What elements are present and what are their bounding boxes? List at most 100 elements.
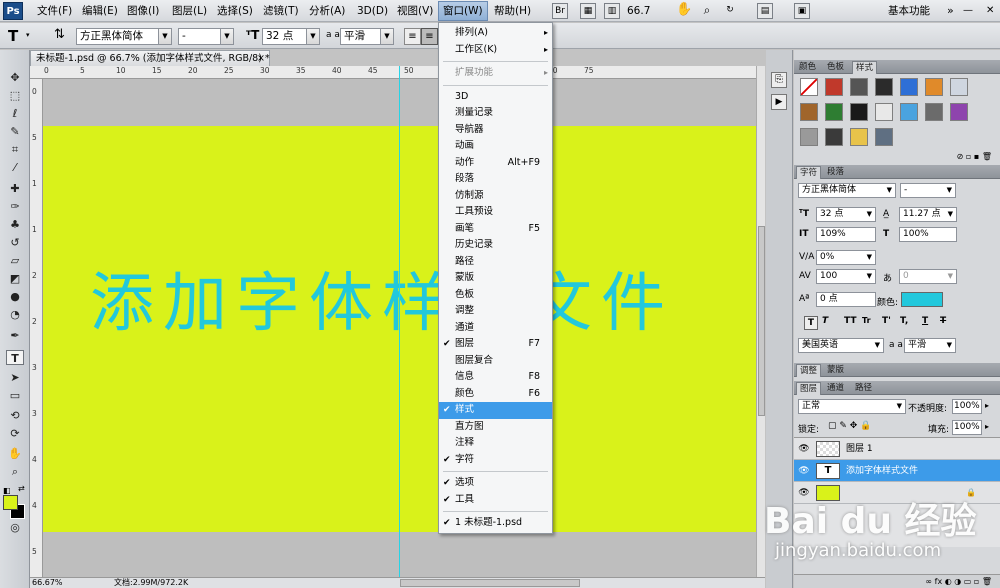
- window-menu-item[interactable]: 画笔 F5: [439, 221, 552, 238]
- window-menu-item[interactable]: 扩展功能 ▸: [439, 65, 552, 82]
- tab-masks[interactable]: 蒙版: [824, 364, 847, 377]
- window-menu-item[interactable]: 样式 ✔: [439, 402, 552, 419]
- styles-footer-icons[interactable]: ⊘ ▫ ▪ 🗑: [794, 152, 1000, 162]
- foreground-color-swatch[interactable]: [3, 495, 18, 510]
- healing-brush-tool-icon[interactable]: ✚: [6, 181, 24, 196]
- tab-styles[interactable]: 样式: [852, 61, 878, 74]
- menu-view[interactable]: 视图(V): [395, 3, 435, 19]
- window-menu-item[interactable]: 工作区(K) ▸: [439, 42, 552, 59]
- zoom-level[interactable]: 66.7: [625, 3, 652, 19]
- faux-italic-button[interactable]: T: [822, 316, 828, 326]
- window-menu-item[interactable]: 排列(A) ▸: [439, 25, 552, 42]
- crop-tool-icon[interactable]: ⌗: [6, 142, 24, 157]
- style-swatch[interactable]: [800, 78, 818, 96]
- menu-analysis[interactable]: 分析(A): [307, 3, 347, 19]
- grid-icon[interactable]: ▥: [604, 3, 620, 19]
- close-icon[interactable]: ✕: [984, 3, 996, 19]
- menu-help[interactable]: 帮助(H): [492, 3, 533, 19]
- lasso-tool-icon[interactable]: ℓ: [6, 106, 24, 121]
- workspace-more-icon[interactable]: »: [945, 3, 956, 19]
- 3d-rotate-tool-icon[interactable]: ⟲: [6, 408, 24, 423]
- window-menu-item[interactable]: 3D: [439, 89, 552, 106]
- screen-mode-icon[interactable]: ▣: [794, 3, 810, 19]
- tab-swatches[interactable]: 色板: [824, 61, 847, 74]
- eyedropper-tool-icon[interactable]: ⁄: [6, 160, 24, 175]
- shape-tool-icon[interactable]: ▭: [6, 388, 24, 403]
- text-orientation-icon[interactable]: ⇅: [54, 27, 65, 42]
- minimize-icon[interactable]: —: [961, 3, 975, 19]
- superscript-button[interactable]: T': [882, 316, 891, 326]
- style-swatch[interactable]: [925, 103, 943, 121]
- strikethrough-button[interactable]: T: [940, 316, 946, 326]
- actions-panel-icon[interactable]: ▶: [771, 94, 787, 110]
- window-menu-item[interactable]: 图层 ✔ F7: [439, 336, 552, 353]
- clone-stamp-tool-icon[interactable]: ♣: [6, 217, 24, 232]
- arrange-icon[interactable]: ▤: [757, 3, 773, 19]
- style-swatch[interactable]: [800, 128, 818, 146]
- menu-3d[interactable]: 3D(D): [355, 3, 390, 19]
- gradient-tool-icon[interactable]: ◩: [6, 271, 24, 286]
- window-menu-item[interactable]: 工具预设: [439, 204, 552, 221]
- tab-paragraph[interactable]: 段落: [824, 166, 847, 179]
- menu-filter[interactable]: 滤镜(T): [261, 3, 301, 19]
- tab-layers[interactable]: 图层: [796, 382, 822, 395]
- window-menu-item[interactable]: 注释: [439, 435, 552, 452]
- menu-window[interactable]: 窗口(W): [438, 1, 488, 21]
- document-tab[interactable]: 未标题-1.psd @ 66.7% (添加字体样式文件, RGB/8) * ×: [30, 50, 270, 66]
- style-swatch[interactable]: [875, 103, 893, 121]
- window-menu-item[interactable]: 仿制源: [439, 188, 552, 205]
- type-tool-icon[interactable]: T: [6, 350, 24, 365]
- window-menu-item[interactable]: 段落: [439, 171, 552, 188]
- menu-layer[interactable]: 图层(L): [170, 3, 209, 19]
- zoom-icon[interactable]: ⌕: [699, 3, 715, 19]
- history-brush-tool-icon[interactable]: ↺: [6, 235, 24, 250]
- char-hscale-field[interactable]: 100%: [899, 227, 957, 242]
- hand-icon[interactable]: ✋: [676, 3, 692, 19]
- menu-select[interactable]: 选择(S): [215, 3, 255, 19]
- pen-tool-icon[interactable]: ✒: [6, 328, 24, 343]
- tab-color[interactable]: 颜色: [796, 61, 819, 74]
- char-font-family-select[interactable]: 方正黑体简体 ▼: [798, 183, 896, 198]
- window-menu-item[interactable]: 直方图: [439, 419, 552, 436]
- window-menu-item[interactable]: 选项 ✔: [439, 475, 552, 492]
- align-center-icon[interactable]: ≡: [421, 28, 438, 45]
- guide-line[interactable]: [399, 66, 400, 577]
- eraser-tool-icon[interactable]: ▱: [6, 253, 24, 268]
- style-swatch[interactable]: [900, 103, 918, 121]
- char-tsume-field[interactable]: 0 ▼: [899, 269, 957, 284]
- move-tool-icon[interactable]: ✥: [6, 70, 24, 85]
- 3d-orbit-tool-icon[interactable]: ⟳: [6, 426, 24, 441]
- dodge-tool-icon[interactable]: ◔: [6, 307, 24, 322]
- window-menu-item[interactable]: 蒙版: [439, 270, 552, 287]
- type-tool-icon[interactable]: T: [8, 27, 18, 45]
- opacity-arrow-icon[interactable]: ▸: [985, 401, 989, 410]
- style-swatch[interactable]: [950, 103, 968, 121]
- canvas-text-layer[interactable]: 添加字体样式文件: [90, 268, 674, 340]
- horizontal-scrollbar[interactable]: [400, 579, 580, 587]
- window-menu-item[interactable]: 调整: [439, 303, 552, 320]
- tool-preset-arrow-icon[interactable]: ▾: [26, 31, 30, 39]
- blur-tool-icon[interactable]: ●: [6, 289, 24, 304]
- fill-arrow-icon[interactable]: ▸: [985, 422, 989, 431]
- lock-icons[interactable]: ▢ ✎ ✥ 🔒: [828, 421, 871, 431]
- tab-channels[interactable]: 通道: [824, 382, 847, 395]
- char-leading-field[interactable]: 11.27 点 ▼: [899, 207, 957, 222]
- char-kerning-field[interactable]: 0% ▼: [816, 250, 876, 265]
- window-menu-item[interactable]: 历史记录: [439, 237, 552, 254]
- tab-character[interactable]: 字符: [796, 166, 822, 179]
- style-swatch[interactable]: [850, 128, 868, 146]
- style-swatch[interactable]: [925, 78, 943, 96]
- window-menu-item[interactable]: 1 未标题-1.psd ✔: [439, 515, 552, 532]
- rotate-view-icon[interactable]: ↻: [722, 3, 738, 19]
- style-swatch[interactable]: [875, 128, 893, 146]
- faux-bold-button[interactable]: T: [804, 316, 818, 330]
- menu-edit[interactable]: 编辑(E): [80, 3, 120, 19]
- style-swatch[interactable]: [950, 78, 968, 96]
- style-swatch[interactable]: [825, 78, 843, 96]
- path-select-tool-icon[interactable]: ➤: [6, 370, 24, 385]
- status-zoom[interactable]: 66.67%: [32, 578, 63, 588]
- style-swatch[interactable]: [800, 103, 818, 121]
- subscript-button[interactable]: T,: [900, 316, 908, 326]
- menu-file[interactable]: 文件(F): [35, 3, 74, 19]
- hand-tool-icon[interactable]: ✋: [6, 446, 24, 461]
